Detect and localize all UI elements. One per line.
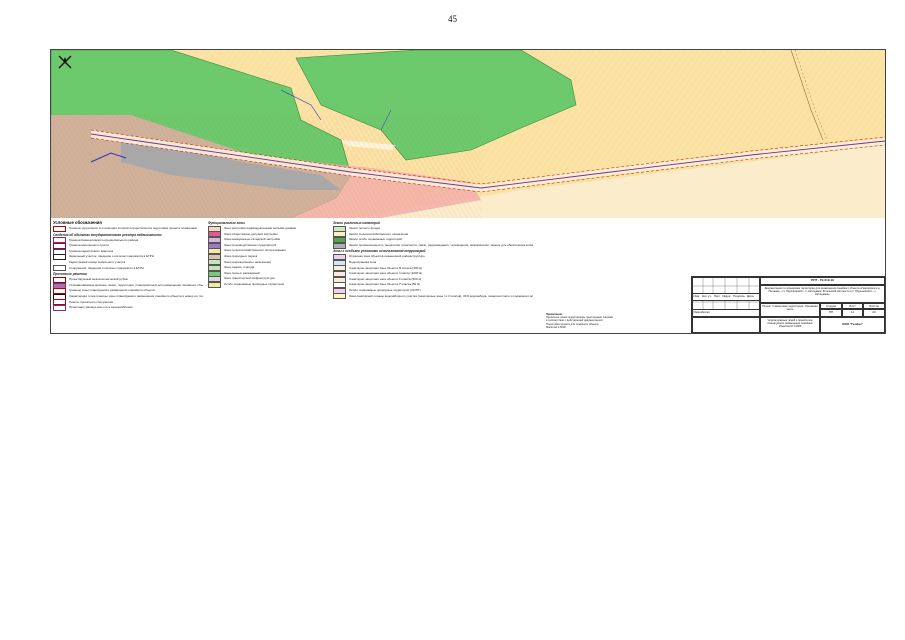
- legend-label: Граница территории, в отношении которой …: [69, 227, 198, 231]
- notes-line: Масштаб 1:5000: [546, 325, 566, 329]
- legend-label: Земли сельскохозяйственного назначения: [349, 232, 409, 236]
- legend-label: Зона общественно-деловой застройки: [224, 232, 278, 236]
- col-kol: Кол.уч.: [701, 293, 712, 298]
- stage-value: ПП: [820, 309, 842, 317]
- legend-label: Санитарно-защитная зона объекта III клас…: [349, 266, 423, 270]
- legend-label: Граница Камышловского муниципального рай…: [69, 238, 139, 242]
- legend-label: Зона природных парков: [224, 255, 258, 259]
- legend-label: Зона транспортной инфраструктуры: [224, 277, 275, 281]
- sheet-value: 11: [842, 309, 863, 317]
- legend-col3-heading: Земли различных категорий: [333, 221, 380, 225]
- legend-label: Земли лесного фонда: [349, 227, 380, 231]
- legend-label: Санитарно-защитная зона объекта II класс…: [349, 277, 422, 281]
- drawing-sheet: Условные обозначения Граница территории,…: [50, 49, 886, 334]
- legend-label: Зона сельскохозяйственного использования: [224, 249, 286, 253]
- legend-label: Особо охраняемые природные территории: [224, 283, 285, 287]
- signature-grid: [692, 317, 760, 333]
- page-number: 45: [448, 14, 457, 24]
- organization: ООО "Геобаз": [820, 317, 885, 333]
- legend-label: Зона производственных предприятий: [224, 243, 277, 247]
- legend-label: Пикеты проектного сооружения: [69, 300, 113, 304]
- legend-label: Проектируемый межпоселенческий рубеж: [69, 278, 128, 282]
- legend-item: Граница территории, в отношении которой …: [53, 225, 203, 232]
- sheets-value: 23: [863, 309, 885, 317]
- legend-label: Зона садово, огорода: [224, 266, 255, 270]
- legend-label: Проектная граница зоны хоть высокоаблени…: [69, 306, 133, 310]
- legend-subheading: Сведения об объектах государственного ре…: [53, 232, 162, 237]
- revision-header: Изм. Кол.уч. Лист №док. Подпись Дата: [692, 293, 760, 301]
- role-cell: Разработал: [692, 309, 760, 317]
- legend-label: Охранная зона объектов инженерной инфрас…: [349, 255, 426, 259]
- legend-swatch: [333, 242, 346, 249]
- drawing-name: Проект планировки территории. Основная ч…: [760, 303, 820, 317]
- legend-label: Зона лесных насаждений: [224, 271, 260, 275]
- legend-label: Зона застройки индивидуальными жилыми до…: [224, 227, 297, 231]
- legend-swatch: [53, 265, 66, 272]
- legend-label: Земли особо охраняемых территорий: [349, 238, 402, 242]
- legend-label: Зона коммунально-складской застройки: [224, 238, 281, 242]
- legend-title: Условные обозначения: [53, 220, 102, 225]
- legend-item: Проектная граница зоны хоть высокоаблени…: [53, 304, 203, 311]
- legend-item: Зона санитарной охраны водозаборного уча…: [333, 293, 533, 300]
- legend-label: Санитарно-защитная зона объекта V класса…: [349, 283, 421, 287]
- legend-label: Водоохранная зона: [349, 261, 377, 265]
- legend-label: Устанавливаемые красные линии, территори…: [69, 283, 203, 287]
- legend-item: Земли промышленности, энергетики транспо…: [333, 242, 533, 249]
- legend-label: Зона рекреационного назначения: [224, 260, 271, 264]
- legend-swatch: [333, 293, 346, 300]
- map-area: [51, 50, 885, 218]
- legend-item: Особо охраняемые природные территории: [208, 281, 328, 288]
- col-doc: №док.: [722, 293, 732, 298]
- north-arrow-icon: [58, 55, 72, 69]
- legend-item: Сооружения, сведения о которых содержатс…: [53, 265, 203, 272]
- legend-label: Характерная точка границы зоны планируем…: [69, 295, 203, 299]
- legend-label: Зона санитарной охраны водозаборного уча…: [349, 294, 533, 298]
- legend-label: Границы зоны планируемого размещения лин…: [69, 289, 155, 293]
- legend-label: Граница населенного пункта: [69, 244, 109, 248]
- legend-label: Кадастровый номер земельного участка: [69, 261, 126, 265]
- col-list: Лист: [713, 293, 721, 298]
- legend-label: Земли промышленности, энергетики транспо…: [349, 243, 533, 247]
- legend-subheading: Проектные решения: [53, 272, 87, 277]
- legend-swatch: [208, 281, 221, 288]
- legend-column-1: Условные обозначения Граница территории,…: [53, 220, 203, 311]
- legend-swatch: [53, 304, 66, 311]
- legend-label: Санитарно-защитная зона объекта I класса…: [349, 272, 423, 276]
- legend-column-2: Функциональные зоны Зона застройки индив…: [208, 220, 328, 288]
- col-sign: Подпись: [733, 293, 745, 298]
- legend-label: Сооружения, сведения о которых содержатс…: [69, 266, 144, 270]
- notes: Примечания: Проектные линии представлены…: [546, 313, 696, 329]
- legend-col3-heading-2: Зоны с особыми условиями использования т…: [333, 249, 426, 254]
- title-block: Изм. Кол.уч. Лист №док. Подпись Дата Раз…: [691, 276, 885, 333]
- legend-swatch: [53, 225, 66, 232]
- legend-label: Граница кадастрового квартала: [69, 249, 114, 253]
- legend-column-3: Земли различных категорий Земли лесного …: [333, 220, 533, 300]
- project-title: Документация по планировке территории дл…: [760, 285, 885, 303]
- col-izm: Изм.: [693, 293, 700, 298]
- legend-label: Особо охраняемые природные территории (О…: [349, 289, 421, 293]
- legend-col2-heading: Функциональные зоны: [208, 221, 245, 225]
- drawing-subtitle: Чертеж красных линий и проекта зон плани…: [760, 317, 820, 333]
- col-date: Дата: [746, 293, 754, 298]
- project-code: ППТ - ГК-019-19: [760, 277, 885, 285]
- legend-label: Земельный участок, сведения о котором со…: [69, 255, 154, 259]
